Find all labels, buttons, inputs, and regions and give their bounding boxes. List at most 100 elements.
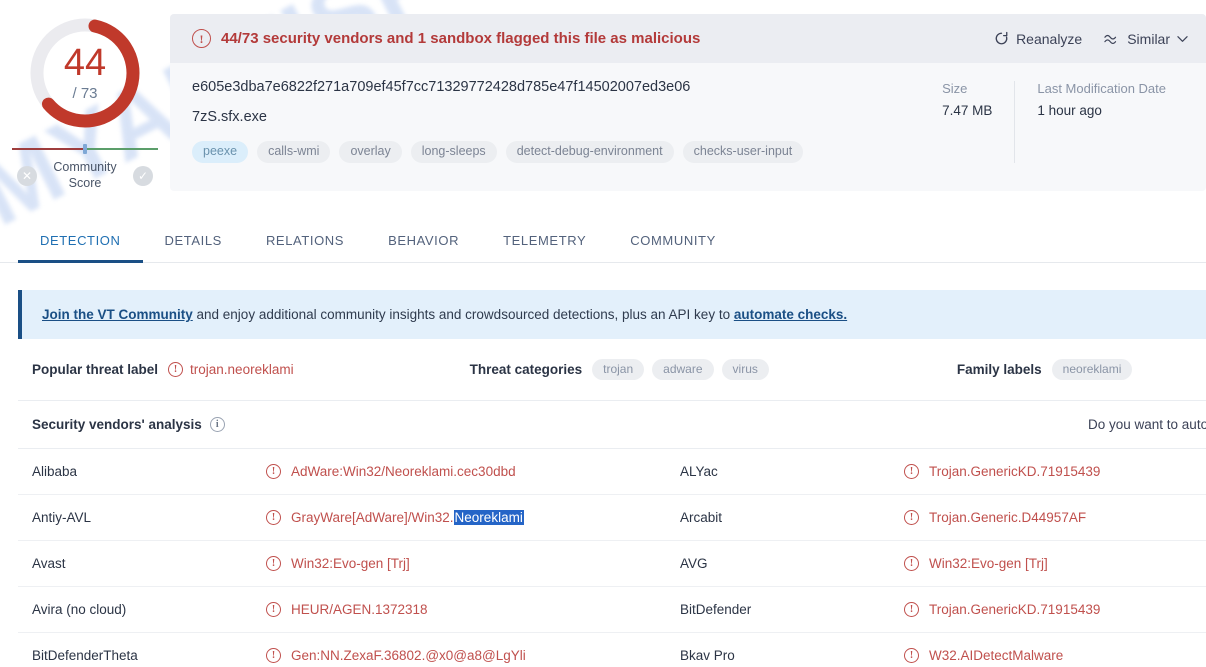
- file-tag[interactable]: calls-wmi: [257, 141, 331, 163]
- vendor-result[interactable]: ! GrayWare[AdWare]/Win32.Neoreklami: [266, 510, 524, 526]
- vendor-result-text: Trojan.GenericKD.71915439: [929, 464, 1101, 480]
- slider-positive-track: [85, 148, 158, 150]
- exclamation-circle-icon: !: [904, 510, 919, 526]
- tab-behavior[interactable]: BEHAVIOR: [366, 223, 481, 263]
- vendor-cell: Avast ! Win32:Evo-gen [Trj]: [18, 541, 666, 586]
- vendor-result-text: GrayWare[AdWare]/Win32.Neoreklami: [291, 510, 524, 526]
- vendor-cell: ALYac ! Trojan.GenericKD.71915439: [666, 449, 1206, 494]
- vendor-result-text: Win32:Evo-gen [Trj]: [291, 556, 410, 572]
- community-score-slider[interactable]: [12, 144, 158, 154]
- tab-telemetry[interactable]: TELEMETRY: [481, 223, 608, 263]
- file-tag[interactable]: long-sleeps: [410, 141, 497, 163]
- table-row: Avira (no cloud) ! HEUR/AGEN.1372318 Bit…: [18, 587, 1206, 634]
- file-name: 7zS.sfx.exe: [192, 109, 267, 125]
- exclamation-circle-icon: !: [266, 556, 281, 572]
- file-size-value: 7.47 MB: [942, 103, 993, 118]
- file-tag[interactable]: checks-user-input: [682, 141, 804, 163]
- threat-labels-row: Popular threat label ! trojan.neoreklami…: [18, 339, 1206, 402]
- community-score-label: Community Score: [37, 160, 133, 191]
- automation-prompt-text: Do you want to autom: [1088, 417, 1206, 433]
- close-circle-icon[interactable]: ✕: [17, 165, 37, 186]
- tab-detection[interactable]: DETECTION: [18, 223, 143, 264]
- vendor-cell: AVG ! Win32:Evo-gen [Trj]: [666, 541, 1206, 586]
- file-tag[interactable]: overlay: [339, 141, 402, 163]
- threat-categories-title: Threat categories: [469, 362, 583, 378]
- vendor-result[interactable]: ! W32.AIDetectMalware: [904, 648, 1064, 664]
- table-row: Avast ! Win32:Evo-gen [Trj] AVG ! Win32:…: [18, 541, 1206, 588]
- vendor-result-selected-text: Neoreklami: [453, 510, 524, 526]
- detection-score-panel: 44 / 73 ✕ Community Score ✓: [0, 0, 170, 191]
- vendor-cell: Bkav Pro ! W32.AIDetectMalware: [666, 633, 1206, 667]
- vendor-result[interactable]: ! Win32:Evo-gen [Trj]: [904, 556, 1048, 572]
- similar-button[interactable]: Similar: [1104, 31, 1188, 47]
- file-tags: peexe calls-wmi overlay long-sleeps dete…: [192, 141, 920, 163]
- detection-ratio-donut: 44 / 73: [26, 14, 144, 132]
- vendor-name: Alibaba: [32, 464, 78, 480]
- join-vt-community-link[interactable]: Join the VT Community: [42, 307, 193, 322]
- threat-categories-group: Threat categories trojan adware virus: [469, 359, 777, 381]
- vendor-name: Avast: [32, 556, 66, 572]
- file-tag[interactable]: peexe: [192, 141, 249, 163]
- exclamation-circle-icon: !: [266, 464, 281, 480]
- vendor-result[interactable]: ! AdWare:Win32/Neoreklami.cec30dbd: [266, 464, 516, 480]
- vendor-result-text: Trojan.Generic.D44957AF: [929, 510, 1087, 526]
- vendor-result[interactable]: ! Trojan.GenericKD.71915439: [904, 602, 1100, 618]
- tab-relations[interactable]: RELATIONS: [244, 223, 366, 263]
- verdict-text: 44/73 security vendors and 1 sandbox fla…: [221, 30, 701, 47]
- community-score-row: ✕ Community Score ✓: [10, 160, 160, 191]
- file-info-card: ! 44/73 security vendors and 1 sandbox f…: [170, 14, 1206, 192]
- vendor-result-text: W32.AIDetectMalware: [929, 648, 1064, 664]
- chevron-down-icon: [1177, 35, 1188, 42]
- automate-checks-link[interactable]: automate checks.: [734, 307, 847, 322]
- vendor-cell: Avira (no cloud) ! HEUR/AGEN.1372318: [18, 587, 666, 632]
- verdict-actions: Reanalyze Similar: [994, 31, 1188, 47]
- vendor-result[interactable]: ! Win32:Evo-gen [Trj]: [266, 556, 410, 572]
- file-metadata: Size 7.47 MB Last Modification Date 1 ho…: [920, 79, 1188, 163]
- exclamation-circle-icon: !: [266, 602, 281, 618]
- threat-category-chip[interactable]: adware: [652, 359, 714, 381]
- info-icon[interactable]: i: [209, 417, 225, 433]
- community-label-line1: Community: [53, 160, 117, 174]
- table-row: BitDefenderTheta ! Gen:NN.ZexaF.36802.@x…: [18, 633, 1206, 667]
- security-vendors-table: Alibaba ! AdWare:Win32/Neoreklami.cec30d…: [18, 449, 1206, 667]
- popular-threat-label-value-wrap[interactable]: ! trojan.neoreklami: [168, 362, 294, 378]
- tab-details[interactable]: DETAILS: [143, 223, 244, 263]
- reanalyze-button[interactable]: Reanalyze: [994, 31, 1082, 47]
- file-summary-header: 44 / 73 ✕ Community Score ✓ ! 44/73 secu…: [0, 0, 1206, 192]
- vendor-result-text: Win32:Evo-gen [Trj]: [929, 556, 1048, 572]
- file-body: e605e3dba7e6822f271a709ef45f7cc713297724…: [170, 63, 1206, 177]
- exclamation-circle-icon: !: [192, 29, 211, 48]
- vendor-result[interactable]: ! Trojan.GenericKD.71915439: [904, 464, 1101, 480]
- verdict-bar: ! 44/73 security vendors and 1 sandbox f…: [170, 14, 1206, 63]
- vendor-cell: Antiy-AVL ! GrayWare[AdWare]/Win32.Neore…: [18, 495, 666, 540]
- vendor-result[interactable]: ! HEUR/AGEN.1372318: [266, 602, 428, 618]
- threat-category-chip[interactable]: virus: [721, 359, 769, 381]
- check-circle-icon[interactable]: ✓: [133, 165, 153, 186]
- threat-category-chip[interactable]: trojan: [592, 359, 645, 381]
- file-tag[interactable]: detect-debug-environment: [505, 141, 674, 163]
- exclamation-circle-icon: !: [904, 556, 919, 572]
- donut-center-text: 44 / 73: [26, 14, 144, 132]
- similar-label: Similar: [1127, 30, 1170, 47]
- slider-handle[interactable]: [83, 144, 87, 154]
- vendor-result[interactable]: ! Trojan.Generic.D44957AF: [904, 510, 1087, 526]
- file-size-key: Size: [942, 81, 968, 96]
- vendor-cell: BitDefenderTheta ! Gen:NN.ZexaF.36802.@x…: [18, 633, 666, 667]
- vendor-result-text: AdWare:Win32/Neoreklami.cec30dbd: [291, 464, 516, 480]
- family-label-chip[interactable]: neoreklami: [1051, 359, 1133, 381]
- exclamation-circle-icon: !: [904, 648, 919, 664]
- reanalyze-label: Reanalyze: [1016, 30, 1083, 47]
- banner-middle-text: and enjoy additional community insights …: [192, 307, 734, 323]
- exclamation-circle-icon: !: [168, 362, 184, 378]
- verdict-message: ! 44/73 security vendors and 1 sandbox f…: [192, 29, 700, 48]
- refresh-icon: [995, 31, 1008, 45]
- table-row: Alibaba ! AdWare:Win32/Neoreklami.cec30d…: [18, 449, 1206, 496]
- vendor-name: BitDefender: [680, 602, 752, 618]
- vendor-name: Arcabit: [680, 510, 723, 526]
- vendor-result[interactable]: ! Gen:NN.ZexaF.36802.@x0@a8@LgYli: [266, 648, 526, 664]
- tab-community[interactable]: COMMUNITY: [608, 223, 738, 263]
- exclamation-circle-icon: !: [904, 464, 919, 480]
- last-modification-value: 1 hour ago: [1037, 103, 1102, 118]
- detection-count: 44: [63, 41, 107, 84]
- last-modification-cell: Last Modification Date 1 hour ago: [1014, 81, 1188, 163]
